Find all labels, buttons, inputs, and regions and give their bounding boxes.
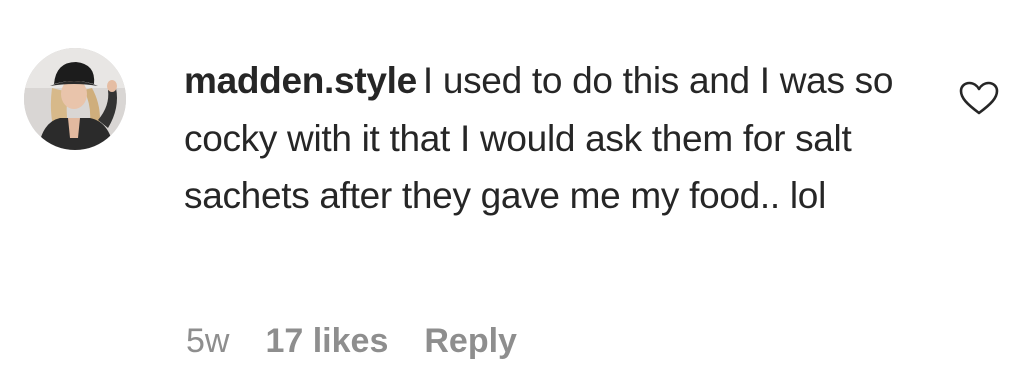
avatar[interactable] [24,48,126,150]
comment: madden.style I used to do this and I was … [0,0,1024,391]
comment-meta: 5w 17 likes Reply [186,322,553,361]
comment-username[interactable]: madden.style [184,60,417,101]
comment-body: madden.style I used to do this and I was … [184,52,904,225]
reply-button[interactable]: Reply [424,322,517,360]
heart-outline-icon [959,81,999,115]
comment-likes[interactable]: 17 likes [265,322,388,360]
like-button[interactable] [958,80,1000,116]
comment-age[interactable]: 5w [186,322,229,360]
avatar-image [24,48,126,150]
